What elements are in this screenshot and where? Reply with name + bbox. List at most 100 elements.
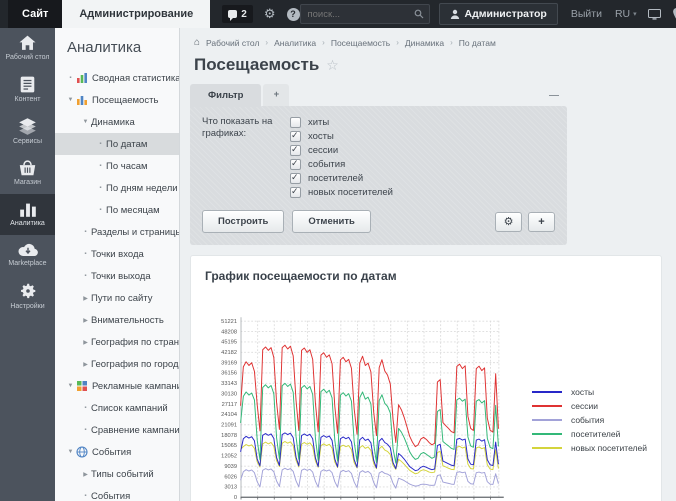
admin-tab[interactable]: Администрирование [62,0,210,28]
menu-item[interactable]: ▪Список кампаний [55,397,179,419]
menu-item[interactable]: ▪По дням недели [55,177,179,199]
gear-icon[interactable]: ⚙ [264,6,276,22]
menu-item-label: По дням недели [106,183,178,194]
search-icon [414,9,424,19]
svg-text:51221: 51221 [221,319,237,325]
menu-item-label: Сводная статистика [92,73,180,84]
filter-panel: Фильтр + — Что показать на графиках: хит… [190,84,567,245]
bullet-icon: ▪ [65,75,76,81]
checkbox-label: хосты [308,131,334,142]
menu-item[interactable]: ▼События [55,441,179,463]
sidebar-item-marketplace[interactable]: Marketplace [0,235,55,275]
notifications-button[interactable]: 2 [222,5,253,23]
checkbox-хосты[interactable] [290,131,301,142]
help-icon[interactable]: ? [287,8,300,21]
menu-item-label: География по странам [91,337,180,348]
legend-label: посетителей [571,429,620,439]
filter-question-label: Что показать на графиках: [202,116,290,200]
sidebar-item-services[interactable]: Сервисы [0,111,55,153]
checkbox-label: события [308,159,345,170]
breadcrumb-item[interactable]: Динамика [405,38,444,48]
sidebar-item-market[interactable]: Магазин [0,152,55,194]
menu-item-label: По часам [106,161,148,172]
breadcrumb-item[interactable]: Аналитика [274,38,316,48]
svg-text:30130: 30130 [221,391,237,397]
build-button[interactable]: Построить [202,210,284,233]
filter-settings-button[interactable]: ⚙ [495,212,522,232]
cancel-button[interactable]: Отменить [292,210,370,233]
visits-icon [76,94,88,106]
menu-item[interactable]: ▪Точки входа [55,243,179,265]
menu-item-label: Разделы и страницы [91,227,180,238]
stats-icon [76,72,88,84]
svg-text:6026: 6026 [224,474,237,480]
series-2-line [241,468,499,488]
menu-item[interactable]: ▼Посещаемость [55,89,179,111]
menu-item[interactable]: ▪Разделы и страницы [55,221,179,243]
menu-item[interactable]: ▪По месяцам [55,199,179,221]
bullet-icon: ▪ [80,405,91,411]
menu-item[interactable]: ▪ Сводная статистика [55,67,179,89]
breadcrumb-item[interactable]: Посещаемость [331,38,390,48]
logout-link[interactable]: Выйти [571,8,602,20]
search-input[interactable] [306,8,414,21]
menu-item[interactable]: ▶Пути по сайту [55,287,179,309]
add-filter-tab[interactable]: + [263,84,289,106]
svg-text:42182: 42182 [221,350,237,356]
menu-item[interactable]: ▶География по странам [55,331,179,353]
menu-item[interactable]: ▪По часам [55,155,179,177]
checkbox-хиты[interactable] [290,117,301,128]
menu-item-label: События [92,447,131,458]
checkbox-новых-посетителей[interactable] [290,187,301,198]
analytics-icon [2,201,53,217]
filter-checkbox-row: хиты [290,116,393,128]
filter-add-button[interactable]: + [528,212,555,232]
menu-item-label: География по городам [91,359,180,370]
menu-item[interactable]: ▼Динамика [55,111,179,133]
sidebar-item-content[interactable]: Контент [0,69,55,111]
sidebar-item-label: Аналитика [10,220,45,227]
legend-item: хосты [532,385,647,399]
menu-item[interactable]: ▪События [55,485,179,501]
notification-bubble-icon [228,10,237,18]
desktop-icon[interactable] [648,9,661,20]
menu-item-label: Сравнение кампаний [91,425,180,436]
menu-item-label: По месяцам [106,205,160,216]
menu-item[interactable]: ▶Внимательность [55,309,179,331]
svg-text:39169: 39169 [221,360,237,366]
site-tab[interactable]: Сайт [8,0,62,28]
favorite-star-icon[interactable]: ☆ [326,57,339,74]
sidebar-item-home[interactable]: Рабочий стол [0,28,55,69]
checkbox-label: сессии [308,145,338,156]
sidebar-item-settings[interactable]: Настройки [0,275,55,318]
svg-text:21091: 21091 [221,423,237,429]
checkbox-сессии[interactable] [290,145,301,156]
user-button[interactable]: Администратор [439,3,558,25]
menu-item[interactable]: ▼ Рекламные кампании [55,375,179,397]
sidebar-item-analytics[interactable]: Аналитика [0,194,55,235]
pin-icon[interactable] [672,8,676,20]
checkbox-посетителей[interactable] [290,173,301,184]
menu-item[interactable]: ▶Типы событий [55,463,179,485]
legend-item: посетителей [532,427,647,441]
collapse-filter-icon[interactable]: — [549,90,559,101]
search-box [300,4,430,24]
breadcrumb-item[interactable]: Рабочий стол [206,38,259,48]
svg-text:9039: 9039 [224,464,237,470]
svg-text:18078: 18078 [221,433,237,439]
filter-tab[interactable]: Фильтр [190,84,261,107]
menu-item[interactable]: ▶География по городам [55,353,179,375]
sidebar-item-label: Контент [15,96,41,103]
checkbox-события[interactable] [290,159,301,170]
menu-item[interactable]: ▪Точки выхода [55,265,179,287]
tree-down-icon: ▼ [65,383,76,389]
menu-item[interactable]: ▪Сравнение кампаний [55,419,179,441]
menu-item-label: Рекламные кампании [92,381,180,392]
bullet-icon: ▪ [95,141,106,147]
market-icon [2,159,53,176]
traffic-line-chart: 0301360269039120521506518078210912410427… [205,299,518,501]
breadcrumb-separator: › [322,38,325,47]
menu-item[interactable]: ▪По датам [55,133,179,155]
lang-select[interactable]: RU ▾ [615,8,637,20]
breadcrumb-item[interactable]: По датам [459,38,496,48]
